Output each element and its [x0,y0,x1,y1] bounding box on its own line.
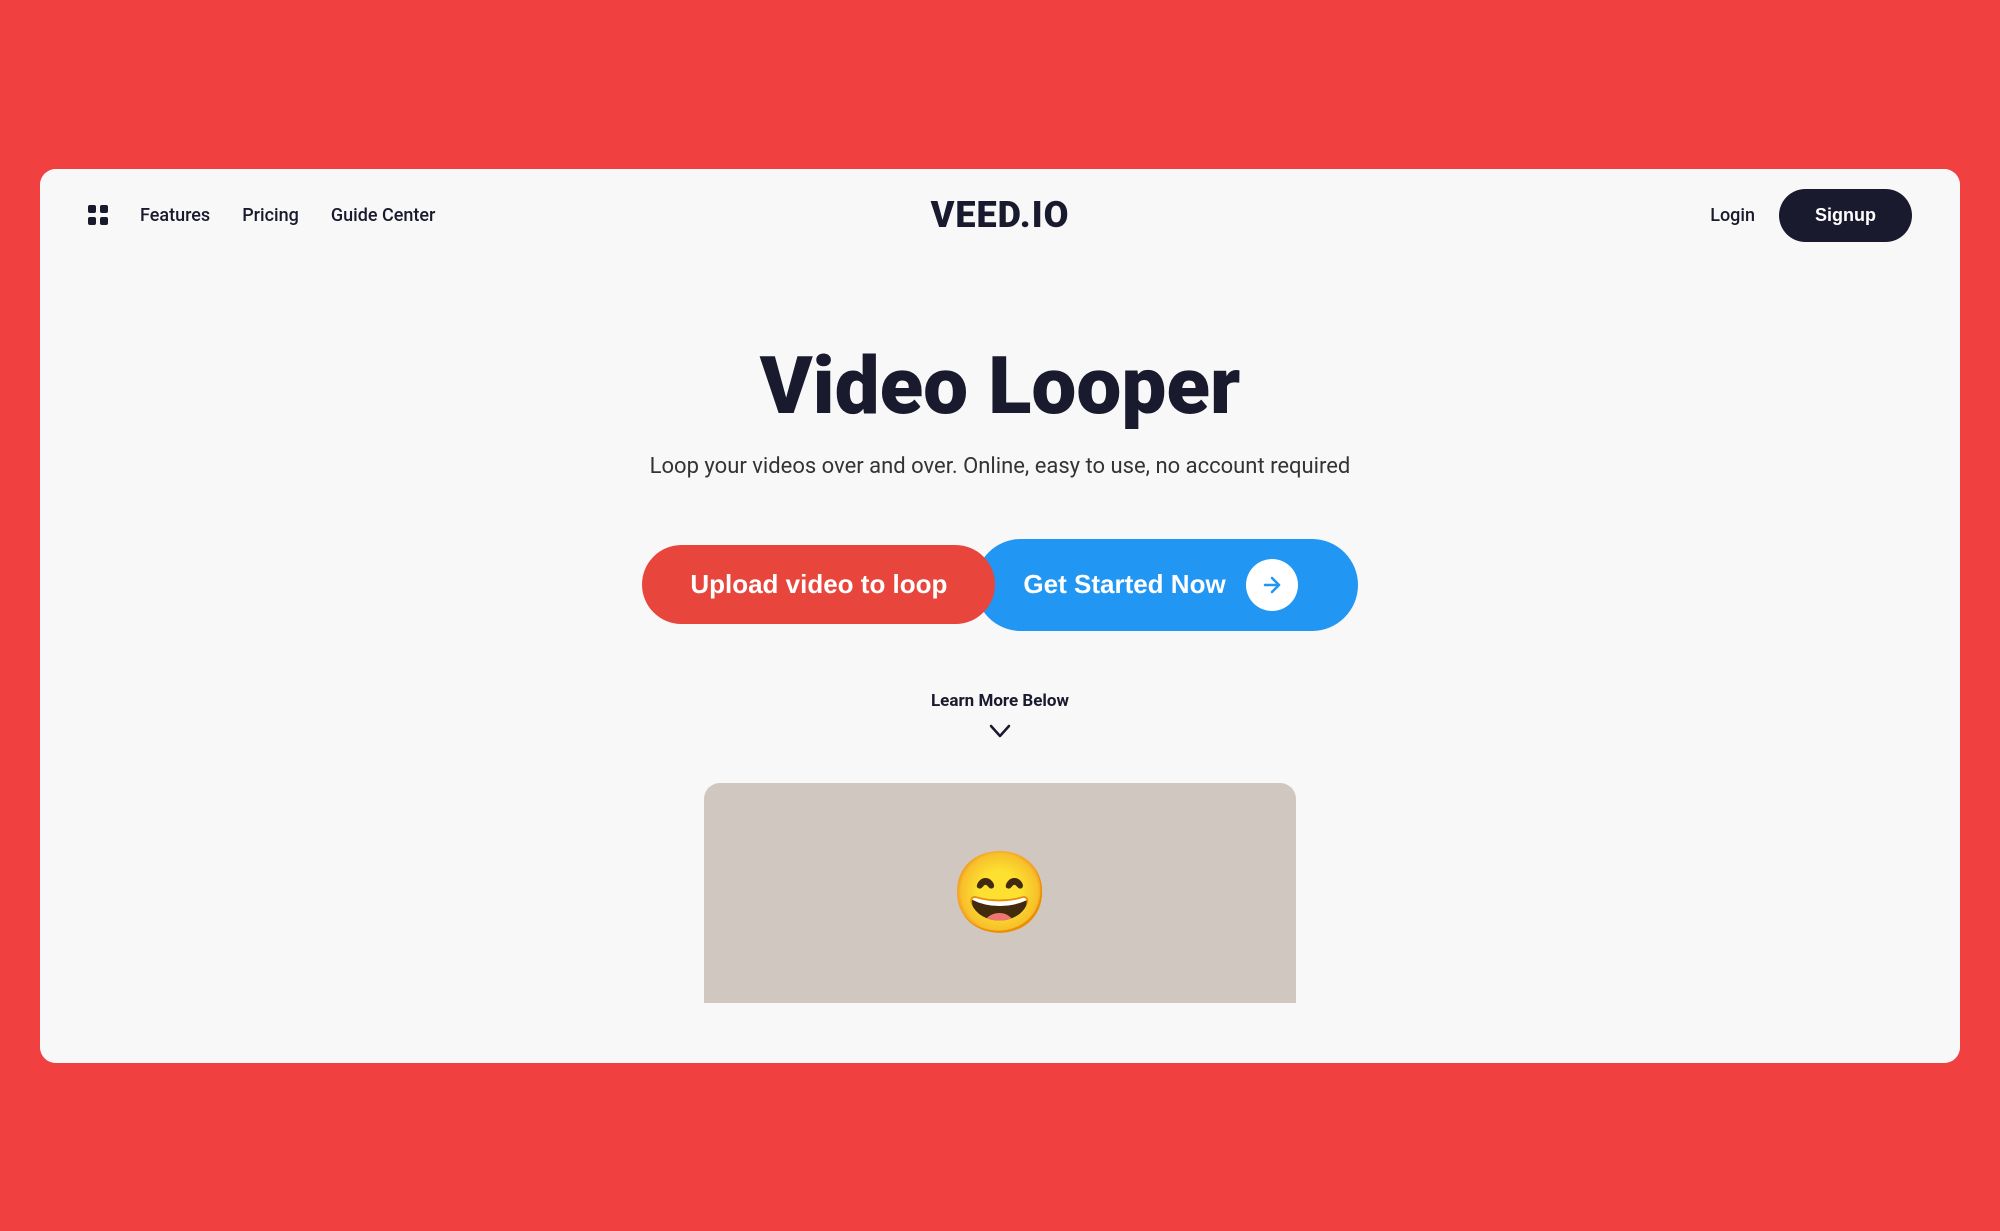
nav-pricing-link[interactable]: Pricing [242,205,299,226]
get-started-button[interactable]: Get Started Now [975,539,1357,631]
nav-features-link[interactable]: Features [140,205,210,226]
nav-left: Features Pricing Guide Center [88,205,696,226]
hero-section: Video Looper Loop your videos over and o… [40,262,1960,1063]
grid-menu-icon[interactable] [88,205,108,225]
emoji-display: 😄 [704,783,1296,1003]
get-started-label: Get Started Now [1023,569,1225,600]
navbar: Features Pricing Guide Center VEED.IO Lo… [40,169,1960,262]
signup-button[interactable]: Signup [1779,189,1912,242]
main-container: Features Pricing Guide Center VEED.IO Lo… [40,169,1960,1063]
chevron-down-icon [989,719,1011,743]
upload-video-button[interactable]: Upload video to loop [642,545,995,624]
cta-container: Upload video to loop Get Started Now [642,539,1357,631]
hero-subtitle: Loop your videos over and over. Online, … [650,454,1351,479]
login-link[interactable]: Login [1710,205,1755,226]
thumbnails-section: 😄 [88,783,1912,1003]
nav-guide-center-link[interactable]: Guide Center [331,205,436,226]
nav-center: VEED.IO [696,194,1304,236]
site-logo[interactable]: VEED.IO [931,194,1070,236]
thumbnail-center: 😄 [704,783,1296,1003]
outer-frame: Features Pricing Guide Center VEED.IO Lo… [20,149,1980,1083]
nav-right: Login Signup [1304,189,1912,242]
arrow-circle [1246,559,1298,611]
learn-more-section: Learn More Below [931,691,1069,743]
hero-title: Video Looper [760,342,1241,430]
arrow-right-icon [1260,573,1284,597]
learn-more-text: Learn More Below [931,691,1069,711]
